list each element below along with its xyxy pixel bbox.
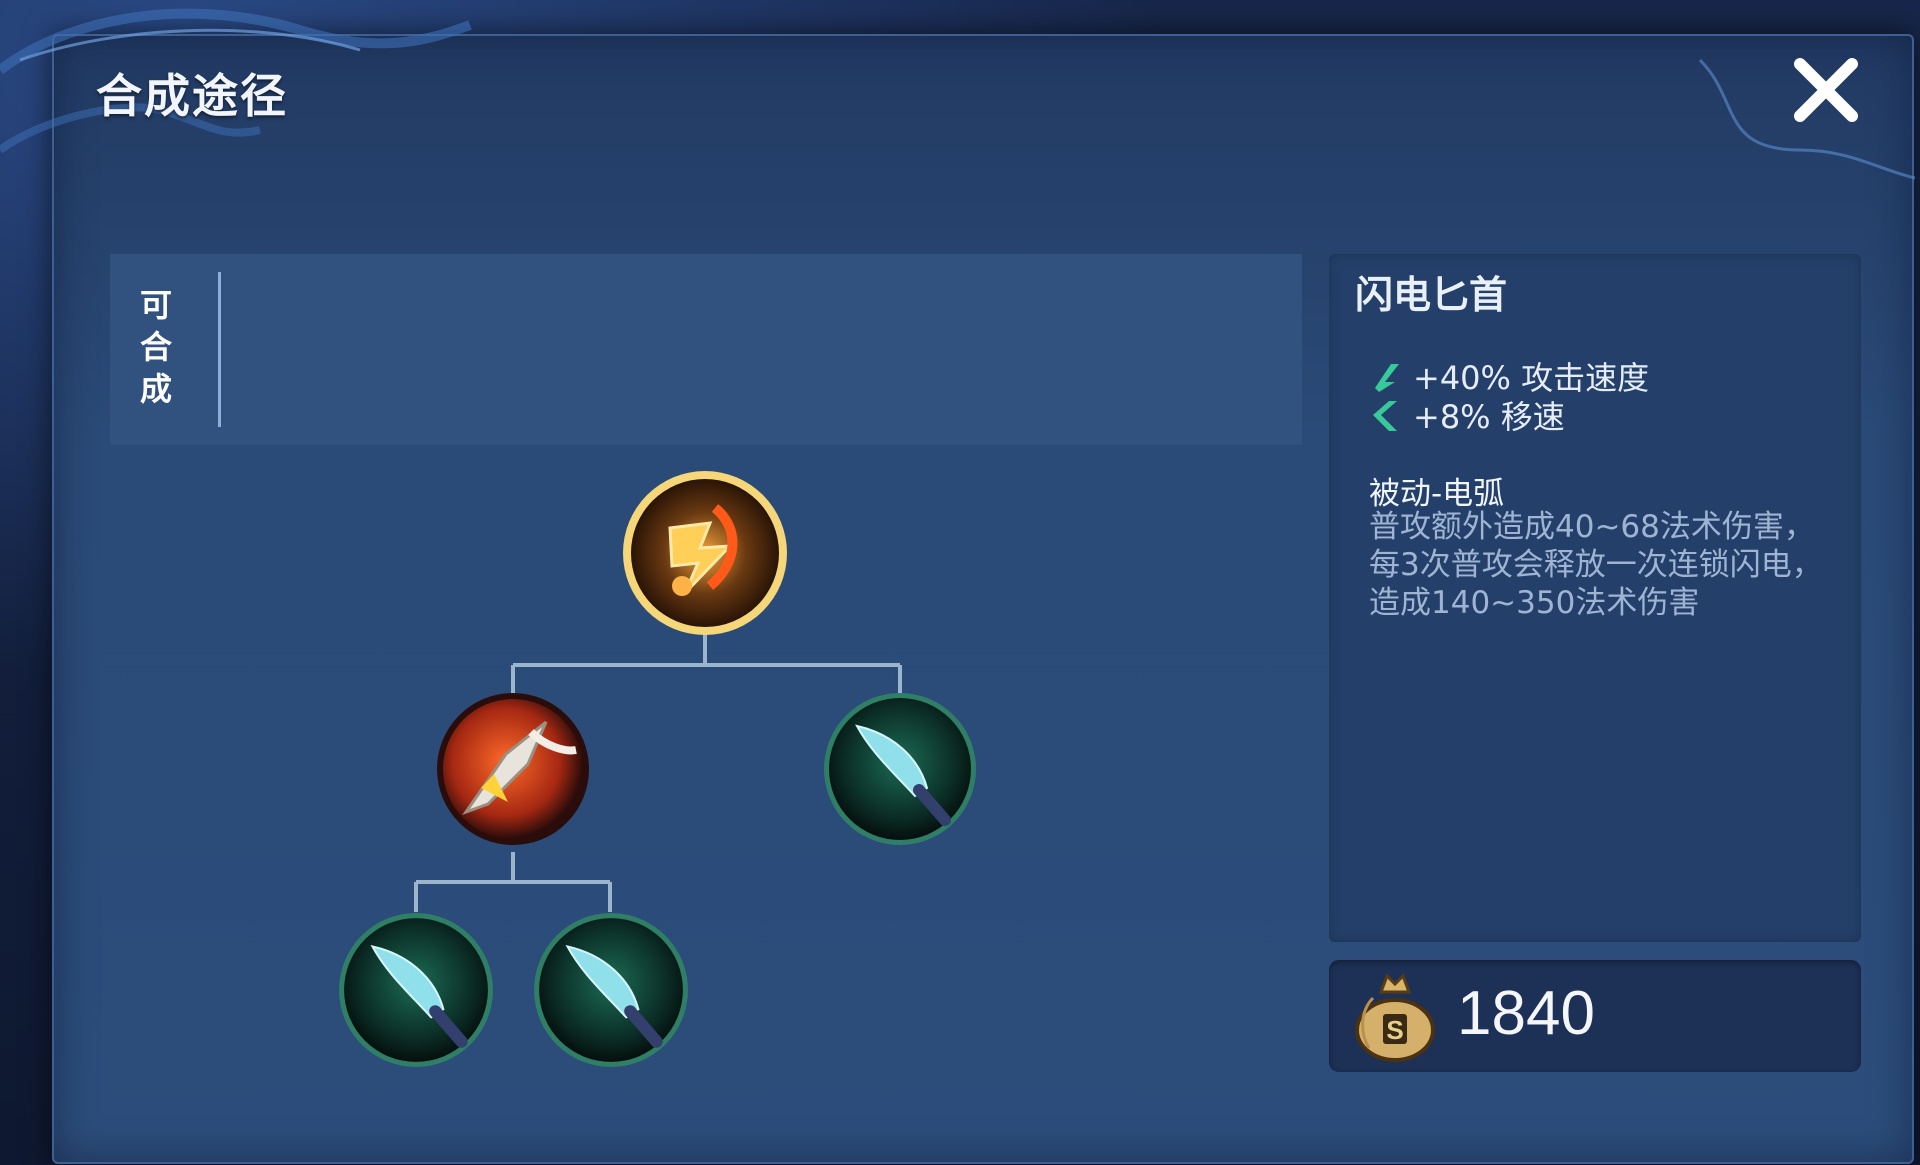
tree-child-item-1[interactable] — [436, 692, 590, 846]
dagger-item-icon — [339, 913, 493, 1067]
tree-child-item-2[interactable] — [823, 692, 977, 846]
label-char: 成 — [140, 370, 173, 408]
close-icon — [1794, 58, 1858, 122]
dialog-title: 合成途径 — [96, 69, 288, 123]
stat-row: +8% 移速 — [1369, 395, 1649, 436]
dagger-item-icon — [824, 693, 976, 845]
tree-root-item[interactable] — [620, 468, 790, 638]
tree-grandchild-item-1[interactable] — [338, 912, 494, 1068]
passive-title: 被动-电弧 — [1369, 476, 1505, 512]
spear-item-icon — [437, 693, 589, 845]
lightning-dagger-item-icon — [623, 471, 787, 635]
item-name: 闪电匕首 — [1355, 273, 1508, 317]
item-stats: +40% 攻击速度 +8% 移速 — [1369, 356, 1649, 436]
can-synthesize-label: 可 合 成 — [140, 284, 173, 410]
move-speed-icon — [1373, 400, 1397, 431]
price-value: 1840 — [1457, 979, 1595, 1048]
svg-text:S: S — [1386, 1015, 1403, 1045]
recipe-tree — [300, 460, 1020, 1080]
label-char: 合 — [140, 328, 173, 366]
item-info-panel: 闪电匕首 +40% 攻击速度 +8% 移速 被动-电弧 普攻额外造成40~68法… — [1329, 254, 1861, 942]
stat-row: +40% 攻击速度 — [1369, 356, 1649, 397]
attack-speed-icon — [1375, 363, 1399, 392]
label-char: 可 — [140, 286, 173, 324]
passive-description: 普攻额外造成40~68法术伤害，每3次普攻会释放一次连锁闪电，造成140~350… — [1369, 509, 1823, 621]
tree-grandchild-item-2[interactable] — [533, 912, 689, 1068]
price-panel: S 1840 — [1329, 960, 1861, 1072]
stat-text: +8% 移速 — [1413, 397, 1565, 436]
dagger-item-icon — [534, 913, 688, 1067]
divider — [218, 272, 221, 427]
gold-bag-icon: S — [1355, 973, 1435, 1062]
close-button[interactable] — [1788, 52, 1864, 128]
can-synthesize-bar: 可 合 成 — [110, 254, 1302, 445]
